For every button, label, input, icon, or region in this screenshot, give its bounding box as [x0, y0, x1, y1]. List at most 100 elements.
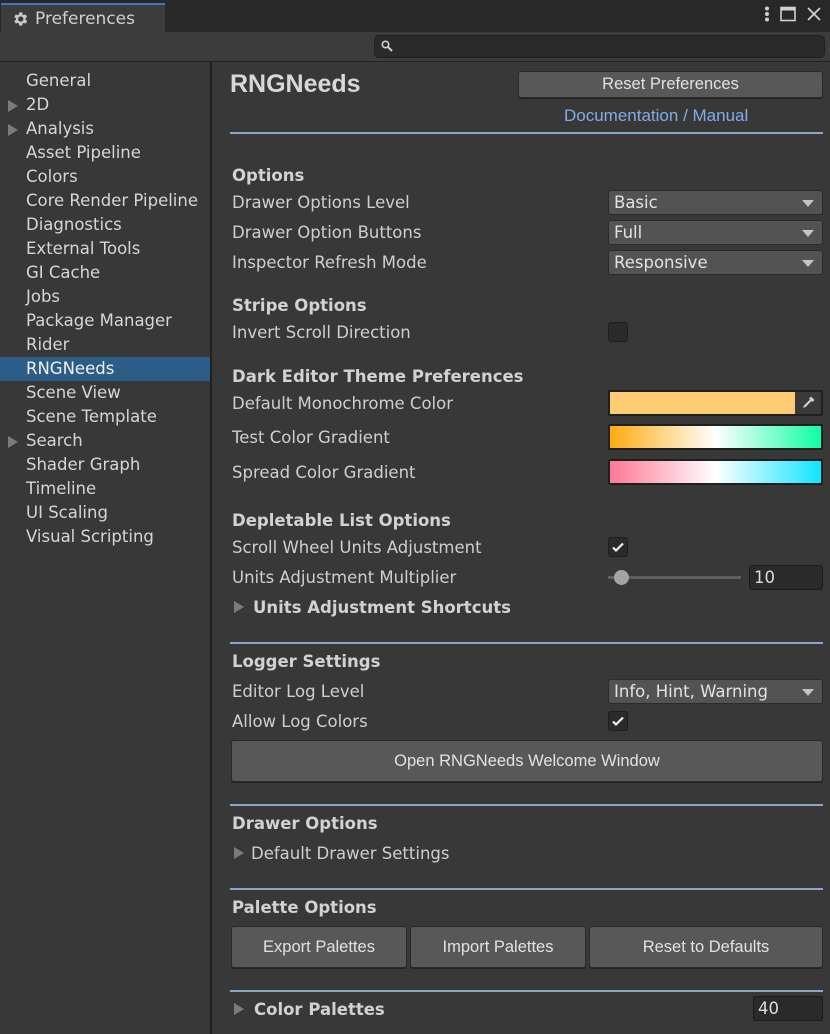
sidebar-item-label: General	[26, 71, 92, 90]
main-panel: RNGNeeds Reset Preferences Documentation…	[214, 62, 830, 1034]
sidebar-item-label: Shader Graph	[26, 455, 141, 474]
divider	[230, 642, 823, 644]
sidebar-item[interactable]: Rider	[0, 333, 210, 357]
inspector-refresh-mode-dropdown[interactable]: Responsive	[608, 250, 823, 275]
expand-arrow-icon[interactable]	[234, 847, 244, 859]
default-drawer-settings-foldout[interactable]: Default Drawer Settings	[251, 844, 449, 863]
dropdown-value: Basic	[614, 193, 658, 212]
checkmark-icon	[612, 716, 624, 727]
sidebar-item[interactable]: 2D	[0, 93, 210, 117]
reset-preferences-button[interactable]: Reset Preferences	[518, 71, 823, 98]
sidebar-item[interactable]: Shader Graph	[0, 453, 210, 477]
sidebar-item[interactable]: Scene View	[0, 381, 210, 405]
divider	[230, 132, 823, 134]
import-palettes-button[interactable]: Import Palettes	[410, 926, 586, 968]
sidebar-item[interactable]: Analysis	[0, 117, 210, 141]
maximize-icon[interactable]	[780, 6, 796, 22]
sidebar-item-label: Package Manager	[26, 311, 172, 330]
color-palettes-foldout[interactable]: Color Palettes	[254, 1000, 385, 1019]
scroll-wheel-checkbox[interactable]	[608, 537, 628, 557]
sidebar-item-label: Analysis	[26, 119, 94, 138]
chevron-down-icon	[802, 260, 814, 267]
expand-arrow-icon[interactable]	[8, 124, 18, 136]
monochrome-color-label: Default Monochrome Color	[232, 394, 454, 413]
sidebar-item-label: Colors	[26, 167, 78, 186]
dark-theme-heading: Dark Editor Theme Preferences	[232, 367, 524, 386]
spread-gradient-field[interactable]	[608, 459, 823, 485]
dropdown-value: Responsive	[614, 253, 708, 272]
multiplier-slider-thumb[interactable]	[614, 570, 630, 585]
scroll-wheel-label: Scroll Wheel Units Adjustment	[232, 538, 482, 557]
palette-options-heading: Palette Options	[232, 898, 377, 917]
shortcuts-foldout[interactable]: Units Adjustment Shortcuts	[253, 598, 511, 617]
log-level-label: Editor Log Level	[232, 682, 365, 701]
documentation-link[interactable]: Documentation / Manual	[564, 106, 748, 126]
drawer-option-buttons-dropdown[interactable]: Full	[608, 220, 823, 245]
log-colors-label: Allow Log Colors	[232, 712, 368, 731]
sidebar-item[interactable]: Timeline	[0, 477, 210, 501]
sidebar-item-label: Core Render Pipeline	[26, 191, 198, 210]
expand-arrow-icon[interactable]	[234, 601, 244, 613]
sidebar-item[interactable]: Asset Pipeline	[0, 141, 210, 165]
search-field[interactable]	[374, 35, 825, 58]
dropdown-value: Full	[614, 223, 643, 242]
divider	[230, 804, 823, 806]
options-heading: Options	[232, 166, 305, 185]
test-gradient-field[interactable]	[608, 424, 823, 450]
eyedropper-icon	[803, 396, 815, 408]
log-level-dropdown[interactable]: Info, Hint, Warning	[608, 679, 823, 704]
expand-arrow-icon[interactable]	[8, 100, 18, 112]
drawer-options-heading: Drawer Options	[232, 814, 378, 833]
sidebar-item-label: Diagnostics	[26, 215, 122, 234]
eyedropper-button[interactable]	[795, 392, 821, 414]
sidebar-item[interactable]: RNGNeeds	[0, 357, 210, 381]
drawer-options-level-dropdown[interactable]: Basic	[608, 190, 823, 215]
sidebar-item-label: GI Cache	[26, 263, 101, 282]
sidebar-item[interactable]: Colors	[0, 165, 210, 189]
sidebar-item[interactable]: Visual Scripting	[0, 525, 210, 549]
sidebar-item[interactable]: External Tools	[0, 237, 210, 261]
dropdown-value: Info, Hint, Warning	[614, 682, 768, 701]
sidebar-item[interactable]: GI Cache	[0, 261, 210, 285]
close-icon[interactable]	[806, 6, 822, 22]
toolbar	[0, 32, 830, 62]
sidebar-item[interactable]: General	[0, 69, 210, 93]
multiplier-label: Units Adjustment Multiplier	[232, 568, 457, 587]
chevron-down-icon	[802, 200, 814, 207]
stripe-options-heading: Stripe Options	[232, 296, 367, 315]
drawer-option-buttons-label: Drawer Option Buttons	[232, 223, 422, 242]
expand-arrow-icon[interactable]	[234, 1003, 244, 1015]
sidebar-item-label: Scene Template	[26, 407, 157, 426]
sidebar-item[interactable]: Diagnostics	[0, 213, 210, 237]
sidebar-item[interactable]: Scene Template	[0, 405, 210, 429]
sidebar-item[interactable]: Core Render Pipeline	[0, 189, 210, 213]
sidebar-item[interactable]: Search	[0, 429, 210, 453]
expand-arrow-icon[interactable]	[8, 436, 18, 448]
invert-scroll-label: Invert Scroll Direction	[232, 323, 411, 342]
divider	[230, 990, 823, 992]
sidebar-item[interactable]: UI Scaling	[0, 501, 210, 525]
open-welcome-window-button[interactable]: Open RNGNeeds Welcome Window	[231, 740, 823, 782]
export-palettes-button[interactable]: Export Palettes	[231, 926, 407, 968]
depletable-heading: Depletable List Options	[232, 511, 451, 530]
sidebar-item-label: Rider	[26, 335, 70, 354]
page-title: RNGNeeds	[230, 70, 361, 98]
invert-scroll-checkbox[interactable]	[608, 322, 628, 342]
sidebar-item[interactable]: Jobs	[0, 285, 210, 309]
tab-preferences[interactable]: Preferences	[1, 3, 165, 32]
tab-title: Preferences	[35, 8, 135, 29]
checkmark-icon	[612, 542, 624, 553]
monochrome-color-field[interactable]	[608, 390, 823, 416]
multiplier-field[interactable]: 10	[749, 565, 823, 590]
sidebar: General 2D Analysis Asset Pipeline Colors Cor…	[0, 62, 212, 1034]
chevron-down-icon	[802, 230, 814, 237]
more-options-icon[interactable]	[764, 6, 770, 22]
search-input[interactable]	[397, 36, 817, 57]
sidebar-item-label: Visual Scripting	[26, 527, 154, 546]
color-palettes-count-field[interactable]: 40	[753, 996, 823, 1021]
sidebar-item[interactable]: Package Manager	[0, 309, 210, 333]
sidebar-item-label: Search	[26, 431, 83, 450]
reset-to-defaults-button[interactable]: Reset to Defaults	[589, 926, 823, 968]
spread-gradient-label: Spread Color Gradient	[232, 463, 416, 482]
log-colors-checkbox[interactable]	[608, 711, 628, 731]
